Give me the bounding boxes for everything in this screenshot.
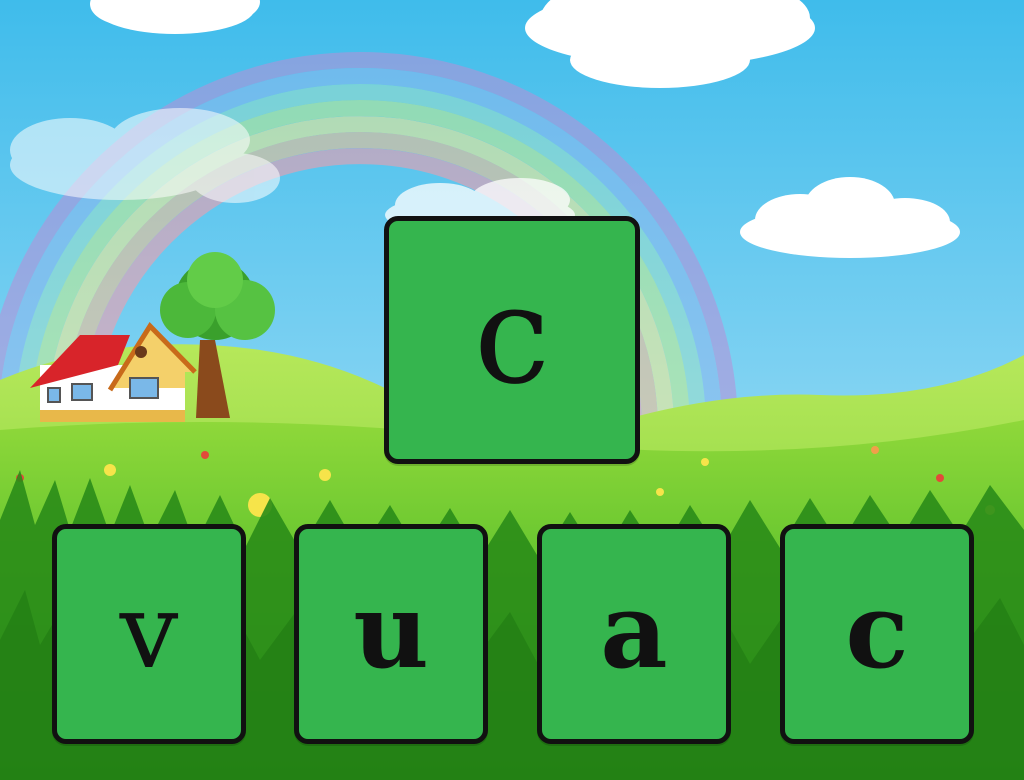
letter-choice-tile[interactable]: u: [294, 524, 488, 744]
choice-letter: v: [119, 570, 179, 692]
game-scene: c v u a c: [0, 0, 1024, 780]
letter-choice-tile[interactable]: v: [52, 524, 246, 744]
choice-letter: u: [353, 569, 429, 692]
choice-letter: a: [600, 569, 668, 692]
letter-choice-tile[interactable]: a: [537, 524, 731, 744]
target-letter-tile: c: [384, 216, 640, 464]
target-letter: c: [473, 257, 551, 415]
choice-letter: c: [845, 569, 909, 692]
letter-choice-tile[interactable]: c: [780, 524, 974, 744]
